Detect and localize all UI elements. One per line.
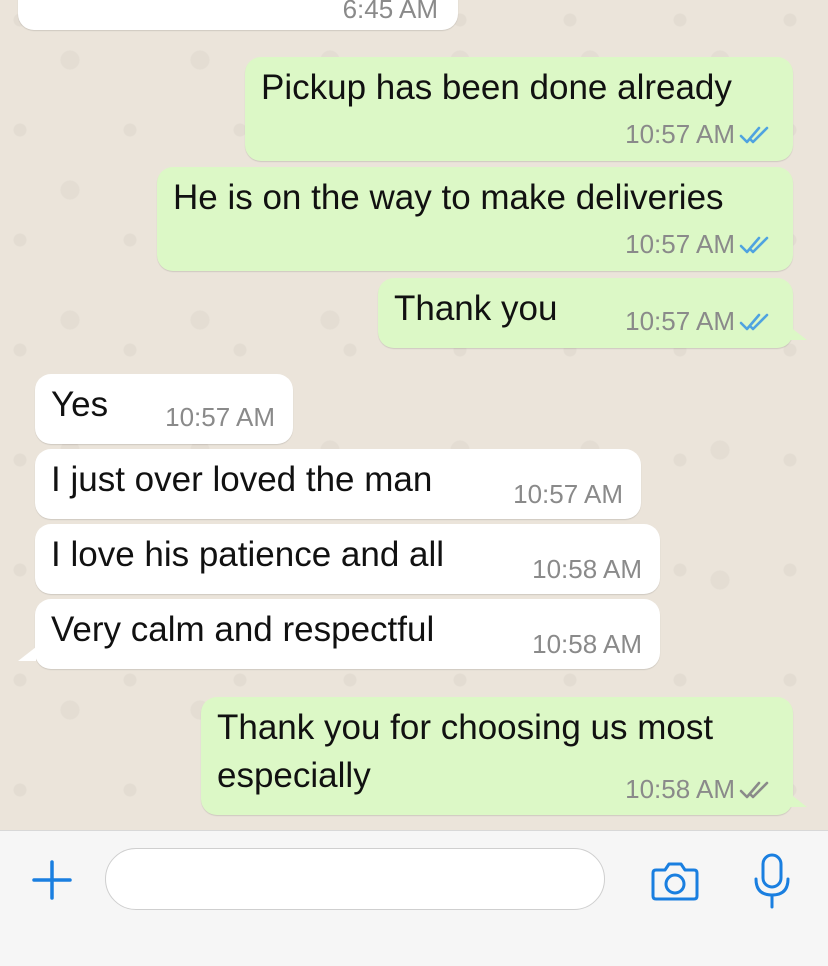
chat-area[interactable]: 6:45 AM Pickup has been done already 10:… xyxy=(0,0,828,830)
message-text: Yes xyxy=(51,385,109,424)
message-text: He is on the way to make deliveries xyxy=(173,178,724,217)
message-time: 10:57 AM xyxy=(625,119,735,149)
previous-message-bubble: 6:45 AM xyxy=(18,0,458,30)
camera-icon[interactable] xyxy=(650,856,700,904)
double-check-icon xyxy=(739,126,769,144)
double-check-icon xyxy=(739,781,769,799)
incoming-message[interactable]: I just over loved the man 10:57 AM xyxy=(35,449,641,519)
message-text-line2: especially xyxy=(217,756,371,795)
outgoing-message[interactable]: Thank you for choosing us most especiall… xyxy=(201,697,793,815)
message-time: 10:57 AM xyxy=(513,479,623,509)
incoming-message[interactable]: Very calm and respectful 10:58 AM xyxy=(35,599,660,669)
message-time: 10:57 AM xyxy=(165,402,275,432)
incoming-message[interactable]: Yes 10:57 AM xyxy=(35,374,293,444)
message-time: 10:58 AM xyxy=(625,774,735,804)
message-text: I love his patience and all xyxy=(51,535,445,574)
outgoing-message[interactable]: He is on the way to make deliveries 10:5… xyxy=(157,167,793,271)
plus-icon[interactable] xyxy=(30,858,74,902)
bubble-tail xyxy=(789,326,807,340)
bubble-tail xyxy=(18,647,36,661)
message-time: 6:45 AM xyxy=(342,0,438,24)
outgoing-message[interactable]: Thank you 10:57 AM xyxy=(378,278,793,348)
double-check-icon xyxy=(739,313,769,331)
outgoing-message[interactable]: Pickup has been done already 10:57 AM xyxy=(245,57,793,161)
message-time: 10:57 AM xyxy=(625,306,735,336)
message-text: Very calm and respectful xyxy=(51,610,435,649)
message-text: Thank you xyxy=(394,289,558,328)
bubble-tail xyxy=(789,793,807,807)
message-input[interactable] xyxy=(105,848,605,910)
incoming-message[interactable]: I love his patience and all 10:58 AM xyxy=(35,524,660,594)
double-check-icon xyxy=(739,236,769,254)
microphone-icon[interactable] xyxy=(752,852,792,910)
message-text: I just over loved the man xyxy=(51,460,433,499)
message-text: Pickup has been done already xyxy=(261,68,732,107)
message-time: 10:57 AM xyxy=(625,229,735,259)
message-time: 10:58 AM xyxy=(532,629,642,659)
message-time: 10:58 AM xyxy=(532,554,642,584)
message-text-line1: Thank you for choosing us most xyxy=(217,708,714,747)
